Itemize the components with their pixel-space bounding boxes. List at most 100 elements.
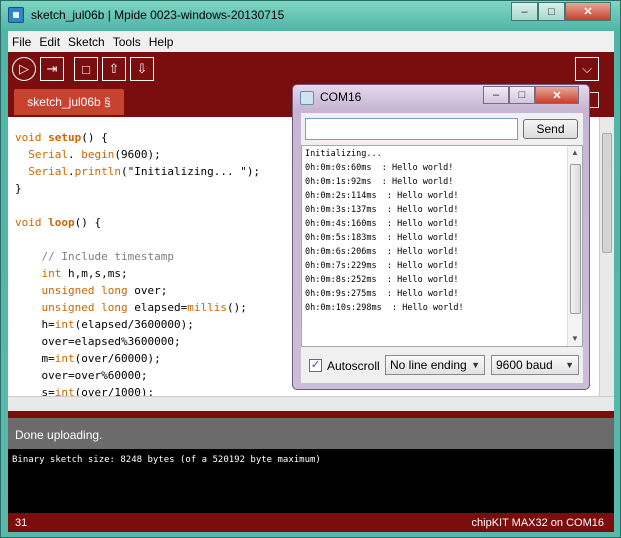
code-line: s=int(over/1000); bbox=[15, 386, 154, 396]
code-token: unsigned long bbox=[41, 301, 128, 314]
serial-output-line: 0h:0m:8s:252ms : Hello world! bbox=[305, 275, 459, 285]
code-line: over=over%60000; bbox=[15, 369, 147, 382]
console-output: Binary sketch size: 8248 bytes (of a 520… bbox=[8, 449, 614, 513]
code-line: Serial.println("Initializing... "); bbox=[15, 165, 260, 178]
code-token: void bbox=[15, 131, 49, 144]
close-button[interactable]: ✕ bbox=[565, 2, 611, 21]
code-token: over=over%60000; bbox=[15, 369, 148, 382]
serial-monitor-window: COM16 – □ ✕ Send Initializing... 0h:0m:0s… bbox=[292, 84, 590, 390]
code-token: // Include timestamp bbox=[15, 250, 174, 263]
window-title: sketch_jul06b | Mpide 0023-windows-20130… bbox=[31, 8, 285, 22]
save-file-icon[interactable]: ⇩ bbox=[130, 57, 154, 81]
serial-window-controls: – □ ✕ bbox=[483, 86, 579, 104]
serial-output-line: Initializing... bbox=[305, 149, 382, 159]
code-line: void loop() { bbox=[15, 216, 101, 229]
serial-output-line: 0h:0m:1s:92ms : Hello world! bbox=[305, 177, 454, 187]
menu-edit[interactable]: Edit bbox=[39, 35, 60, 49]
java-app-icon bbox=[300, 91, 314, 105]
code-line: unsigned long over; bbox=[15, 284, 168, 297]
code-token: () { bbox=[81, 131, 108, 144]
code-token: loop bbox=[48, 216, 75, 229]
autoscroll-checkbox[interactable]: ✓ bbox=[309, 359, 322, 372]
code-token: over; bbox=[127, 284, 168, 297]
code-token: m= bbox=[15, 352, 55, 365]
editor-vertical-scrollbar[interactable] bbox=[599, 117, 614, 396]
serial-scroll-thumb[interactable] bbox=[570, 164, 581, 314]
code-token: unsigned long bbox=[41, 284, 128, 297]
menu-help[interactable]: Help bbox=[149, 35, 174, 49]
serial-output: Initializing... 0h:0m:0s:60ms : Hello wor… bbox=[301, 145, 583, 347]
code-line: unsigned long elapsed=millis(); bbox=[15, 301, 247, 314]
new-file-icon[interactable]: □ bbox=[74, 57, 98, 81]
mpide-app-icon bbox=[8, 7, 24, 23]
serial-controls: ✓ Autoscroll No line ending ▼ 9600 baud … bbox=[301, 351, 583, 381]
console-text: Binary sketch size: 8248 bytes (of a 520… bbox=[12, 455, 321, 465]
window-controls: – □ ✕ bbox=[511, 2, 611, 21]
code-token: (over/60000); bbox=[74, 352, 161, 365]
code-token: h= bbox=[15, 318, 55, 331]
verify-icon[interactable]: ▷ bbox=[12, 57, 36, 81]
code-token: (9600); bbox=[114, 148, 161, 161]
baud-rate-select[interactable]: 9600 baud ▼ bbox=[491, 355, 579, 375]
line-ending-value: No line ending bbox=[390, 358, 467, 372]
code-token: elapsed= bbox=[127, 301, 188, 314]
code-token: () { bbox=[74, 216, 102, 229]
serial-monitor-icon[interactable]: ⌵ bbox=[575, 57, 599, 81]
serial-vertical-scrollbar[interactable]: ▲ ▼ bbox=[567, 146, 582, 346]
serial-maximize-button[interactable]: □ bbox=[509, 86, 535, 104]
code-token: (); bbox=[226, 301, 247, 314]
chevron-down-icon: ▼ bbox=[565, 360, 574, 370]
upload-icon[interactable]: ⇥ bbox=[40, 57, 64, 81]
code-line: h=int(elapsed/3600000); bbox=[15, 318, 194, 331]
serial-send-input[interactable] bbox=[305, 118, 518, 140]
tab-sketch[interactable]: sketch_jul06b § bbox=[14, 89, 124, 115]
menu-file[interactable]: File bbox=[12, 35, 31, 49]
scroll-down-icon[interactable]: ▼ bbox=[571, 334, 579, 343]
serial-minimize-button[interactable]: – bbox=[483, 86, 509, 104]
open-file-icon[interactable]: ⇧ bbox=[102, 57, 126, 81]
line-number: 31 bbox=[15, 517, 28, 529]
menu-tools[interactable]: Tools bbox=[113, 35, 141, 49]
code-token: int bbox=[54, 318, 75, 331]
code-token: . bbox=[68, 148, 82, 161]
serial-close-button[interactable]: ✕ bbox=[535, 86, 579, 104]
menu-sketch[interactable]: Sketch bbox=[68, 35, 105, 49]
status-message: Done uploading. bbox=[15, 428, 103, 442]
board-info: chipKIT MAX32 on COM16 bbox=[471, 517, 604, 529]
code-line: over=elapsed%3600000; bbox=[15, 335, 180, 348]
title-bar[interactable]: sketch_jul06b | Mpide 0023-windows-20130… bbox=[1, 1, 620, 31]
code-token: . bbox=[68, 165, 75, 178]
code-token: ("Initializing... "); bbox=[120, 165, 261, 178]
menu-bar: File Edit Sketch Tools Help bbox=[8, 31, 614, 52]
line-ending-select[interactable]: No line ending ▼ bbox=[385, 355, 485, 375]
code-line: Serial. begin(9600); bbox=[15, 148, 161, 161]
baud-rate-value: 9600 baud bbox=[496, 358, 553, 372]
send-button[interactable]: Send bbox=[523, 119, 578, 139]
code-line: void setup() { bbox=[15, 131, 108, 144]
code-line: // Include timestamp bbox=[15, 250, 174, 263]
serial-output-line: 0h:0m:10s:298ms : Hello world! bbox=[305, 303, 464, 313]
code-line: m=int(over/60000); bbox=[15, 352, 161, 365]
serial-output-line: 0h:0m:0s:60ms : Hello world! bbox=[305, 163, 454, 173]
bottom-status-bar: 31 chipKIT MAX32 on COM16 bbox=[8, 513, 614, 532]
code-token: (over/1000); bbox=[74, 386, 155, 396]
code-token: Serial bbox=[28, 165, 68, 178]
maximize-button[interactable]: □ bbox=[538, 2, 565, 21]
scroll-up-icon[interactable]: ▲ bbox=[571, 148, 579, 157]
code-token: (elapsed/3600000); bbox=[74, 318, 194, 331]
code-token: s= bbox=[15, 386, 55, 396]
serial-output-line: 0h:0m:4s:160ms : Hello world! bbox=[305, 219, 459, 229]
serial-output-line: 0h:0m:3s:137ms : Hello world! bbox=[305, 205, 459, 215]
minimize-button[interactable]: – bbox=[511, 2, 538, 21]
code-token: int bbox=[41, 267, 62, 280]
code-line: } bbox=[15, 182, 22, 195]
serial-output-line: 0h:0m:9s:275ms : Hello world! bbox=[305, 289, 459, 299]
serial-output-line: 0h:0m:5s:183ms : Hello world! bbox=[305, 233, 459, 243]
editor-horizontal-scrollbar[interactable] bbox=[8, 396, 614, 411]
editor-scroll-thumb[interactable] bbox=[602, 133, 612, 253]
